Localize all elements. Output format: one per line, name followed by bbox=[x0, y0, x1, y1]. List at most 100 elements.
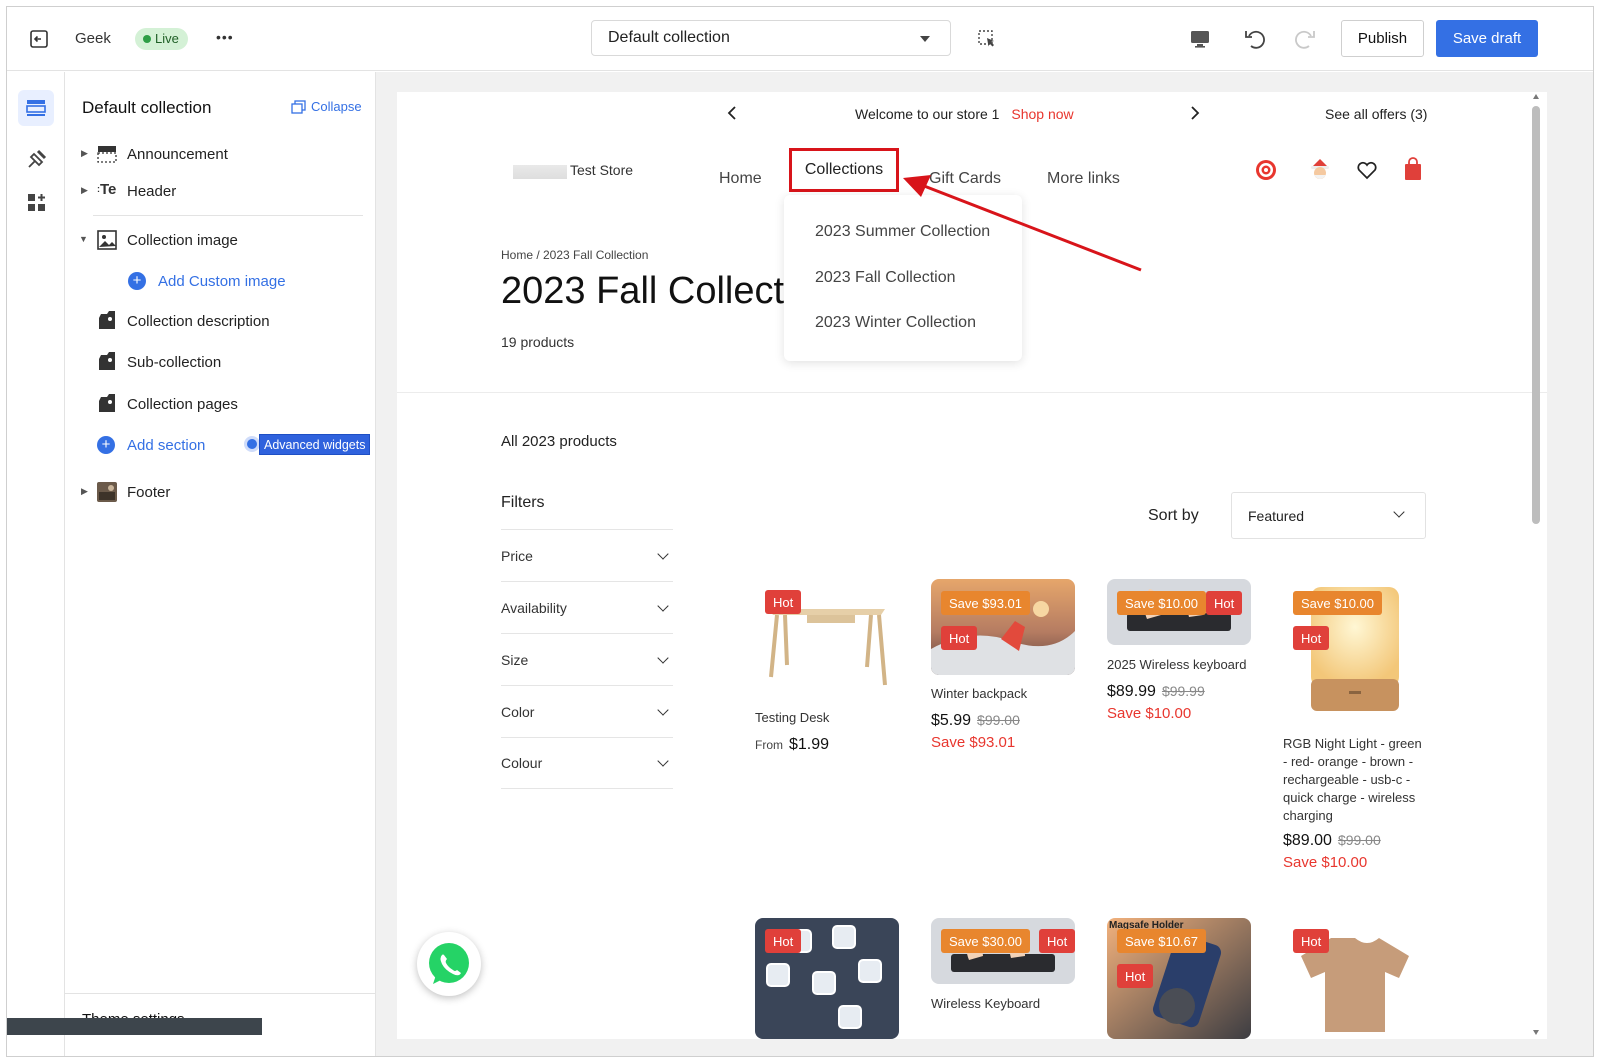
nav-collections[interactable]: Collections bbox=[789, 148, 899, 192]
more-options-button[interactable]: ••• bbox=[216, 29, 234, 45]
section-heading: All 2023 products bbox=[501, 433, 617, 450]
sort-label: Sort by bbox=[1148, 507, 1199, 524]
apps-icon[interactable] bbox=[26, 192, 48, 214]
scrollbar-thumb[interactable] bbox=[1532, 106, 1540, 524]
add-section-label: Add section bbox=[127, 437, 206, 454]
save-draft-button[interactable]: Save draft bbox=[1436, 20, 1538, 57]
save-text: Save $10.00 bbox=[1283, 854, 1368, 871]
tree-item-label: Sub-collection bbox=[127, 354, 222, 371]
save-badge: Save $93.01 bbox=[941, 591, 1031, 615]
select-element-icon[interactable] bbox=[977, 29, 997, 49]
tree-item-label: Collection image bbox=[127, 232, 238, 249]
save-badge: Save $30.00 bbox=[941, 929, 1031, 953]
filters-label: Filters bbox=[501, 494, 545, 511]
preview-canvas: Welcome to our store 1 Shop now See all … bbox=[376, 72, 1593, 1056]
red-arrow-annotation bbox=[903, 175, 1142, 272]
tree-item-label: Collection description bbox=[127, 313, 270, 330]
caret-right-icon: ▶ bbox=[81, 185, 88, 195]
filter-size[interactable]: Size bbox=[501, 633, 673, 685]
chevron-down-icon bbox=[657, 547, 669, 560]
store-logo-text[interactable]: Test Store bbox=[570, 162, 633, 178]
filter-price[interactable]: Price bbox=[501, 529, 673, 581]
hot-badge: Hot bbox=[1293, 626, 1330, 650]
see-all-offers-link[interactable]: See all offers (3) bbox=[1325, 106, 1427, 122]
redo-icon[interactable] bbox=[1293, 27, 1317, 51]
product-name[interactable]: Winter backpack bbox=[931, 685, 1075, 703]
template-select[interactable]: Default collection bbox=[591, 20, 951, 56]
announcement-message: Welcome to our store 1 bbox=[855, 106, 1000, 122]
chevron-down-icon bbox=[657, 755, 669, 767]
filter-label: Size bbox=[501, 651, 529, 668]
sort-select[interactable]: Featured bbox=[1231, 492, 1426, 539]
preview-scrollbar[interactable] bbox=[1530, 92, 1542, 1039]
product-name[interactable]: 2025 Wireless keyboard bbox=[1107, 656, 1251, 674]
filter-availability[interactable]: Availability bbox=[501, 581, 673, 633]
product-name[interactable]: RGB Night Light - green - red- orange - … bbox=[1283, 735, 1423, 825]
filter-label: Colour bbox=[501, 755, 543, 771]
product-name[interactable]: Wireless Keyboard bbox=[931, 995, 1075, 1013]
breadcrumb: Home / 2023 Fall Collection bbox=[501, 248, 649, 262]
publish-button[interactable]: Publish bbox=[1341, 20, 1424, 57]
tool-rail bbox=[7, 72, 65, 1056]
live-label: Live bbox=[155, 31, 179, 46]
compare-price: $99.00 bbox=[1337, 832, 1381, 848]
logo-image bbox=[513, 165, 567, 179]
add-section-button[interactable]: + Add section bbox=[65, 431, 235, 459]
product-count: 19 products bbox=[501, 334, 575, 350]
theme-style-icon[interactable] bbox=[26, 148, 48, 170]
shopping-bag-icon[interactable] bbox=[1403, 157, 1423, 181]
desktop-view-icon[interactable] bbox=[1189, 28, 1211, 50]
nav-home[interactable]: Home bbox=[719, 170, 762, 188]
tree-item-header[interactable]: ▶ :Te Header bbox=[65, 177, 365, 205]
sections-icon bbox=[26, 100, 46, 116]
dropdown-item[interactable]: 2023 Winter Collection bbox=[815, 314, 976, 332]
collapse-button[interactable]: Collapse bbox=[291, 99, 362, 114]
shop-now-link[interactable]: Shop now bbox=[1011, 106, 1073, 122]
tree-item-collection-description[interactable]: Collection description bbox=[65, 307, 365, 335]
live-dot bbox=[143, 35, 151, 43]
filter-colour[interactable]: Colour bbox=[501, 737, 673, 789]
plus-circle-icon: + bbox=[128, 272, 146, 290]
compare-price: $99.99 bbox=[1161, 683, 1205, 699]
advanced-widgets-button[interactable]: Advanced widgets bbox=[259, 434, 371, 455]
chevron-down-icon bbox=[657, 651, 669, 664]
chevron-right-icon[interactable] bbox=[1189, 105, 1201, 121]
save-badge: Save $10.00 bbox=[1293, 591, 1383, 615]
tree-item-label: Header bbox=[127, 183, 177, 200]
tree-item-footer[interactable]: ▶ Footer bbox=[65, 478, 365, 506]
chevron-down-icon bbox=[657, 599, 669, 612]
tree-item-sub-collection[interactable]: Sub-collection bbox=[65, 348, 365, 376]
price-from: From bbox=[755, 738, 783, 752]
tree-item-collection-image[interactable]: ▼ Collection image bbox=[65, 226, 365, 254]
santa-icon[interactable] bbox=[1309, 157, 1331, 183]
undo-icon[interactable] bbox=[1243, 27, 1267, 51]
announcement-text: Welcome to our store 1 Shop now bbox=[855, 106, 1074, 122]
template-select-value: Default collection bbox=[608, 29, 730, 46]
hot-badge: Hot bbox=[765, 929, 802, 953]
scroll-down-icon[interactable] bbox=[1533, 1030, 1539, 1035]
tree-item-label: Footer bbox=[127, 484, 171, 501]
whatsapp-button[interactable] bbox=[417, 932, 481, 996]
redaction-bar bbox=[7, 1018, 262, 1035]
scroll-up-icon[interactable] bbox=[1533, 94, 1539, 99]
compare-price: $99.00 bbox=[977, 712, 1020, 728]
sections-tab[interactable] bbox=[18, 90, 54, 126]
tag-icon bbox=[99, 352, 115, 370]
target-icon[interactable] bbox=[1254, 158, 1278, 182]
tag-icon bbox=[99, 394, 115, 412]
tree-item-announcement[interactable]: ▶ Announcement bbox=[65, 140, 365, 168]
heart-icon[interactable] bbox=[1356, 160, 1378, 180]
product-name[interactable]: Testing Desk bbox=[755, 709, 899, 727]
exit-icon[interactable] bbox=[29, 29, 49, 49]
filter-color[interactable]: Color bbox=[501, 685, 673, 737]
hot-badge: Hot bbox=[765, 590, 802, 614]
add-custom-image-button[interactable]: + Add Custom image bbox=[65, 267, 365, 295]
chevron-left-icon[interactable] bbox=[726, 105, 738, 121]
pulse-dot bbox=[247, 439, 257, 449]
tree-item-collection-pages[interactable]: Collection pages bbox=[65, 390, 365, 418]
hot-badge: Hot bbox=[1293, 929, 1330, 953]
hot-badge: Hot bbox=[1039, 929, 1076, 953]
save-text: Save $93.01 bbox=[931, 734, 1016, 751]
divider bbox=[65, 993, 376, 994]
app-window: Geek Live ••• Default collection Publish bbox=[6, 6, 1594, 1057]
